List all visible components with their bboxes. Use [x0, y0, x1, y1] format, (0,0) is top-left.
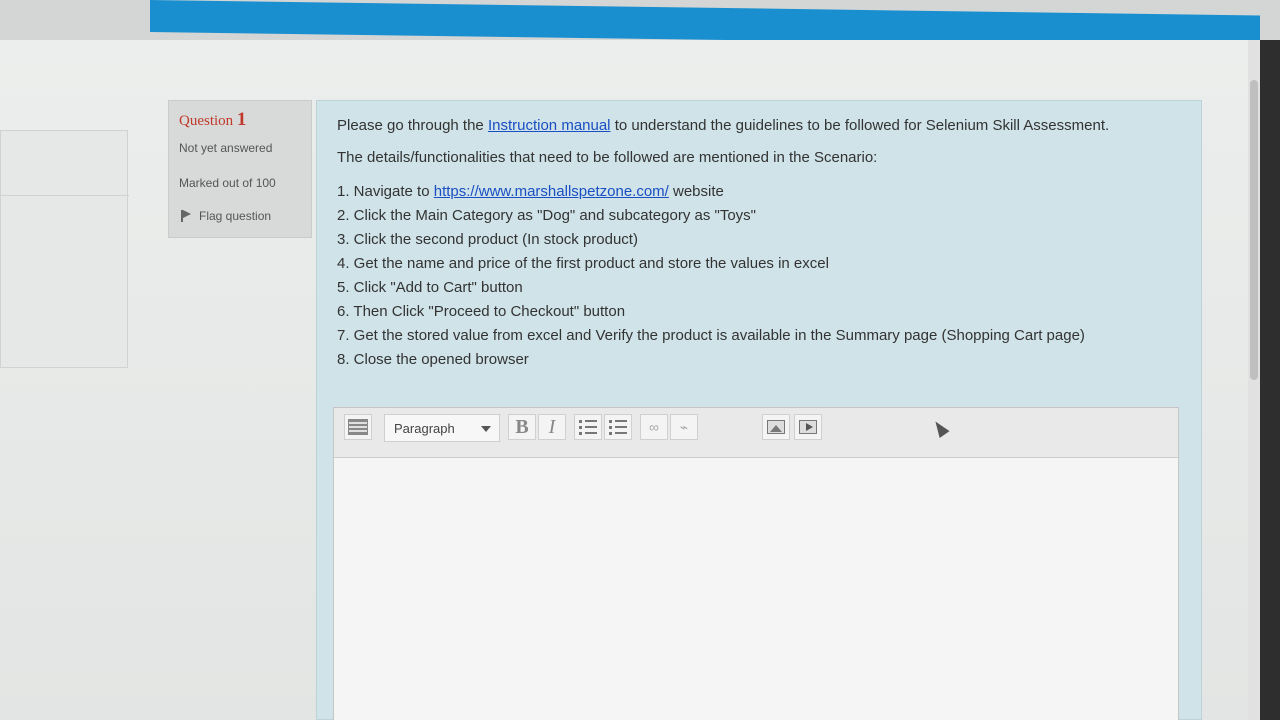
instruction-manual-link[interactable]: Instruction manual [488, 117, 611, 134]
answer-editor: Paragraph B I ∞ ⌁ [333, 407, 1179, 720]
step-7: 7. Get the stored value from excel and V… [337, 327, 1085, 344]
step-1: 1. Navigate to https://www.marshallspetz… [337, 183, 724, 200]
question-info: Question 1 Not yet answered Marked out o… [168, 100, 312, 238]
answer-text-area[interactable] [334, 458, 1178, 720]
intro-after: to understand the guidelines to be follo… [610, 117, 1110, 134]
question-label: Question [179, 113, 234, 129]
format-select[interactable]: Paragraph [384, 414, 500, 442]
image-icon [767, 420, 785, 434]
question-number: 1 [236, 109, 247, 130]
step-4: 4. Get the name and price of the first p… [337, 255, 829, 272]
unlink-icon: ⌁ [679, 418, 689, 435]
italic-icon: I [548, 415, 556, 438]
divider [1, 195, 129, 196]
step-2: 2. Click the Main Category as "Dog" and … [337, 207, 756, 224]
step-3: 3. Click the second product (In stock pr… [337, 231, 638, 248]
media-button[interactable] [794, 414, 822, 440]
monitor-bezel [1260, 40, 1280, 720]
link-icon: ∞ [649, 419, 659, 435]
italic-button[interactable]: I [538, 414, 566, 440]
editor-toolbar: Paragraph B I ∞ ⌁ [334, 408, 1178, 458]
page-scrollbar[interactable] [1248, 40, 1260, 720]
unordered-list-button[interactable] [574, 414, 602, 440]
question-content: Please go through the Instruction manual… [316, 100, 1202, 720]
link-button[interactable]: ∞ [640, 414, 668, 440]
scroll-thumb[interactable] [1250, 80, 1258, 380]
step-1-after: website [668, 183, 724, 200]
format-select-value: Paragraph [394, 420, 455, 436]
step-8: 8. Close the opened browser [337, 351, 529, 368]
intro-before: Please go through the [337, 117, 488, 134]
intro-text: Please go through the Instruction manual… [337, 117, 1109, 134]
mouse-cursor-icon [930, 418, 950, 438]
marshallspetzone-link[interactable]: https://www.marshallspetzone.com/ [434, 183, 669, 200]
kitchen-sink-button[interactable] [344, 414, 372, 440]
kitchen-sink-icon [348, 419, 368, 435]
ordered-list-button[interactable] [604, 414, 632, 440]
image-button[interactable] [762, 414, 790, 440]
step-6: 6. Then Click "Proceed to Checkout" butt… [337, 303, 626, 320]
media-icon [799, 420, 817, 434]
flag-question-label: Flag question [199, 209, 272, 223]
flag-icon [179, 209, 193, 223]
bold-button[interactable]: B [508, 414, 536, 440]
bold-icon: B [515, 415, 529, 438]
step-5: 5. Click "Add to Cart" button [337, 279, 523, 296]
navigation-block [0, 130, 129, 368]
flag-question-button[interactable]: Flag question [179, 209, 271, 223]
ordered-list-icon [609, 419, 627, 435]
chevron-down-icon [481, 426, 491, 432]
step-1-before: 1. Navigate to [337, 183, 434, 200]
question-title: Question 1 [179, 109, 246, 131]
question-grade: Marked out of 100 [179, 176, 276, 190]
details-text: The details/functionalities that need to… [337, 149, 878, 166]
unlink-button[interactable]: ⌁ [670, 414, 698, 440]
unordered-list-icon [579, 419, 597, 435]
question-state: Not yet answered [179, 141, 273, 155]
